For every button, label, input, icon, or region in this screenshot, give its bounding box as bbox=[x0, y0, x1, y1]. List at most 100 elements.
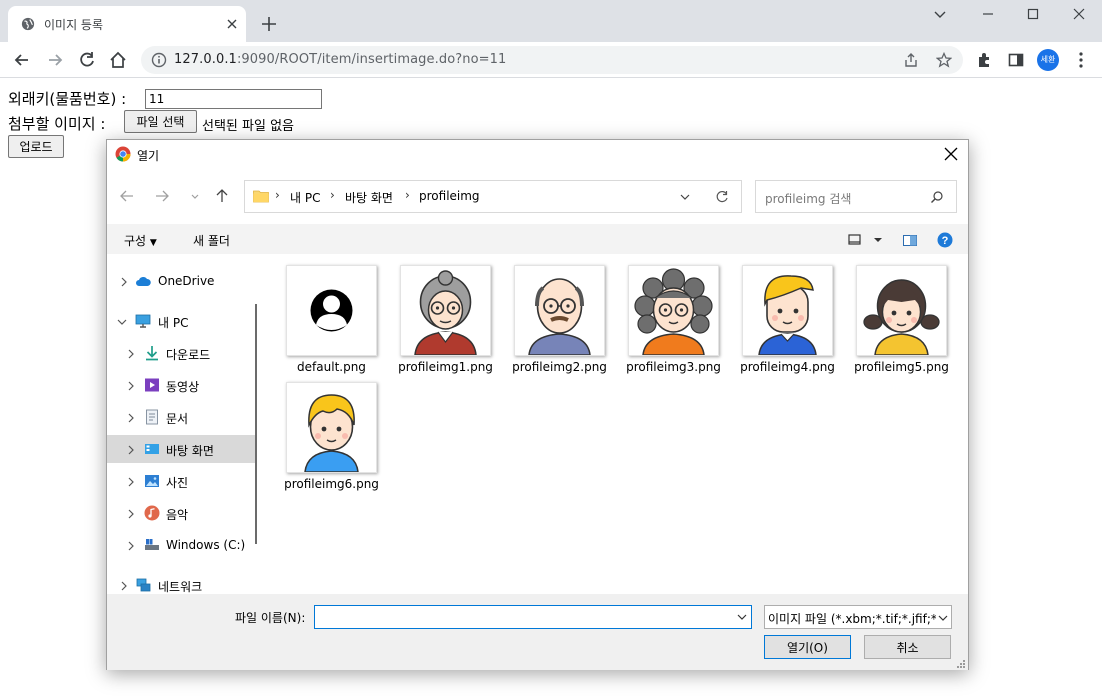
open-file-dialog: 열기 › 내 PC › 바탕 화면 › profileimg profileim… bbox=[106, 139, 969, 670]
bald-man-avatar-image bbox=[528, 278, 591, 355]
browser-tab[interactable]: 이미지 등록 bbox=[8, 6, 246, 42]
refresh-icon[interactable] bbox=[715, 190, 729, 204]
chevron-right-icon[interactable] bbox=[126, 413, 136, 423]
nav-item-downloads[interactable]: 다운로드 bbox=[107, 339, 255, 367]
close-window-icon[interactable] bbox=[1069, 6, 1089, 22]
nav-label-music: 음악 bbox=[166, 508, 189, 522]
chevron-right-icon[interactable] bbox=[126, 349, 136, 359]
nav-label-documents: 문서 bbox=[166, 412, 189, 426]
file-item[interactable]: profileimg5.png bbox=[843, 254, 953, 374]
address-dropdown-icon[interactable] bbox=[678, 190, 692, 204]
file-thumbnail bbox=[742, 265, 833, 356]
recent-locations-icon[interactable] bbox=[187, 188, 203, 204]
file-item[interactable]: profileimg2.png bbox=[501, 254, 611, 374]
chevron-right-icon[interactable] bbox=[126, 381, 136, 391]
pictures-icon bbox=[145, 475, 159, 487]
breadcrumb-separator-icon: › bbox=[405, 188, 410, 202]
bookmark-star-icon[interactable] bbox=[936, 52, 952, 68]
nav-item-pictures[interactable]: 사진 bbox=[107, 467, 255, 495]
upload-button[interactable]: 업로드 bbox=[8, 135, 64, 158]
music-icon bbox=[144, 505, 160, 521]
organize-dropdown-icon: ▼ bbox=[149, 238, 157, 248]
maximize-icon[interactable] bbox=[1023, 6, 1043, 22]
nav-item-music[interactable]: 음악 bbox=[107, 499, 255, 527]
cancel-button[interactable]: 취소 bbox=[864, 635, 951, 659]
filename-label: 파일 이름(N): bbox=[235, 611, 306, 625]
computer-icon bbox=[135, 314, 151, 328]
resize-grip-icon[interactable] bbox=[956, 659, 966, 669]
share-icon[interactable] bbox=[903, 52, 919, 68]
reload-icon[interactable] bbox=[77, 50, 97, 70]
close-tab-icon[interactable] bbox=[224, 16, 240, 32]
menu-kebab-icon[interactable] bbox=[1071, 50, 1091, 70]
minimize-icon[interactable] bbox=[978, 6, 998, 22]
nav-item-onedrive[interactable]: OneDrive bbox=[107, 267, 255, 295]
filename-input[interactable] bbox=[314, 605, 752, 629]
file-name: profileimg6.png bbox=[284, 477, 379, 491]
dialog-forward-icon[interactable] bbox=[154, 188, 170, 204]
file-list: default.png profileimg1.png profileimg2.… bbox=[263, 254, 968, 594]
choose-file-button[interactable]: 파일 선택 bbox=[124, 110, 197, 133]
file-type-select[interactable]: 이미지 파일 (*.xbm;*.tif;*.jfif;*.i bbox=[764, 605, 952, 629]
dialog-search-box[interactable]: profileimg 검색 bbox=[755, 180, 957, 213]
chevron-right-icon[interactable] bbox=[126, 445, 136, 455]
nav-item-videos[interactable]: 동영상 bbox=[107, 371, 255, 399]
file-thumbnail bbox=[514, 265, 605, 356]
new-folder-button[interactable]: 새 폴더 bbox=[193, 232, 230, 249]
breadcrumb-desktop[interactable]: 바탕 화면 bbox=[345, 189, 393, 206]
dialog-close-icon[interactable] bbox=[943, 146, 959, 162]
forward-icon[interactable] bbox=[45, 50, 65, 70]
blond-boy-avatar-image bbox=[758, 275, 817, 355]
fk-input[interactable] bbox=[145, 89, 322, 109]
view-dropdown-icon[interactable] bbox=[870, 232, 886, 248]
chevron-down-icon bbox=[938, 615, 948, 621]
file-name: profileimg2.png bbox=[512, 360, 607, 374]
file-item[interactable]: profileimg4.png bbox=[729, 254, 839, 374]
dialog-back-icon[interactable] bbox=[119, 188, 135, 204]
chevron-right-icon[interactable] bbox=[126, 541, 136, 551]
nav-item-windows-drive[interactable]: Windows (C:) bbox=[107, 531, 255, 559]
open-button[interactable]: 열기(O) bbox=[764, 635, 851, 659]
chevron-right-icon[interactable] bbox=[126, 509, 136, 519]
folder-icon bbox=[253, 190, 269, 203]
breadcrumb-this-pc[interactable]: 내 PC bbox=[290, 189, 320, 206]
search-icon[interactable] bbox=[930, 190, 944, 204]
boy-avatar-image bbox=[304, 394, 359, 472]
file-item[interactable]: profileimg6.png bbox=[273, 371, 383, 491]
url-host: 127.0.0.1 bbox=[174, 52, 237, 67]
breadcrumb-profileimg[interactable]: profileimg bbox=[419, 189, 480, 203]
view-mode-icon[interactable] bbox=[847, 232, 863, 248]
profile-avatar[interactable]: 세환 bbox=[1037, 49, 1059, 71]
address-bar[interactable]: 127.0.0.1:9090/ROOT/item/insertimage.do?… bbox=[141, 46, 963, 74]
drive-icon bbox=[145, 539, 159, 550]
file-name: profileimg3.png bbox=[626, 360, 721, 374]
organize-menu[interactable]: 구성 ▼ bbox=[124, 232, 157, 249]
chevron-down-icon[interactable] bbox=[117, 317, 127, 327]
chevron-right-icon[interactable] bbox=[119, 581, 129, 591]
chevron-right-icon[interactable] bbox=[126, 477, 136, 487]
side-panel-icon[interactable] bbox=[1006, 50, 1026, 70]
file-thumbnail bbox=[286, 265, 377, 356]
chevron-right-icon[interactable] bbox=[119, 277, 129, 287]
dialog-titlebar[interactable]: 열기 bbox=[107, 140, 968, 168]
dialog-address-bar[interactable]: › 내 PC › 바탕 화면 › profileimg bbox=[244, 180, 742, 213]
file-item[interactable]: profileimg3.png bbox=[615, 254, 725, 374]
chevron-down-icon[interactable] bbox=[736, 611, 748, 623]
file-item[interactable]: default.png bbox=[273, 254, 383, 374]
home-icon[interactable] bbox=[108, 50, 128, 70]
tab-search-icon[interactable] bbox=[930, 6, 950, 22]
preview-pane-icon[interactable] bbox=[902, 232, 918, 248]
file-item[interactable]: profileimg1.png bbox=[387, 254, 497, 374]
new-tab-icon[interactable] bbox=[260, 15, 278, 33]
nav-label-network: 네트워크 bbox=[158, 580, 203, 594]
up-folder-icon[interactable] bbox=[214, 188, 230, 204]
nav-item-documents[interactable]: 문서 bbox=[107, 403, 255, 431]
site-info-icon[interactable] bbox=[151, 52, 167, 68]
video-icon bbox=[145, 378, 159, 392]
help-icon[interactable]: ? bbox=[937, 232, 953, 248]
nav-item-this-pc[interactable]: 내 PC bbox=[107, 307, 255, 335]
extensions-icon[interactable] bbox=[975, 50, 995, 70]
nav-item-desktop[interactable]: 바탕 화면 bbox=[107, 435, 255, 463]
back-icon[interactable] bbox=[12, 50, 32, 70]
nav-scrollbar[interactable] bbox=[255, 304, 257, 544]
